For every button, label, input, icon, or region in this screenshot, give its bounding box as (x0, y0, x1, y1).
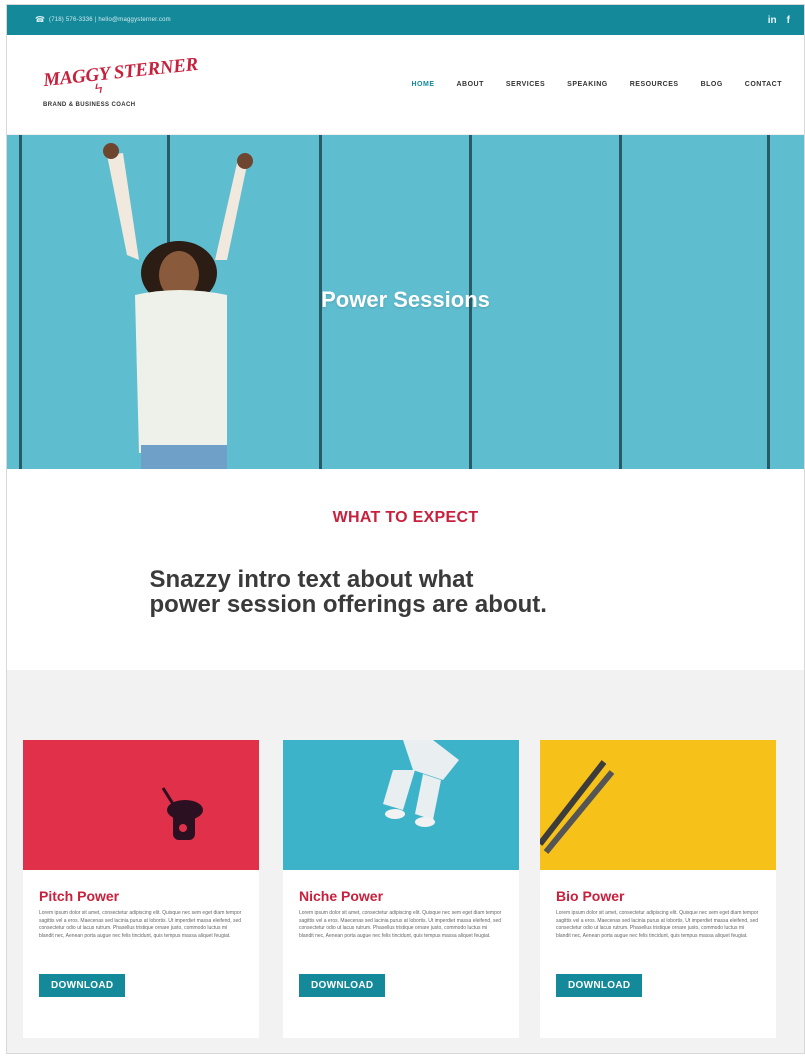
card-body: Lorem ipsum dolor sit amet, consectetur … (556, 910, 759, 939)
download-button[interactable]: DOWNLOAD (299, 974, 386, 997)
logo-name: MAGGY STERNER (42, 53, 199, 91)
card-body: Lorem ipsum dolor sit amet, consectetur … (299, 910, 502, 939)
intro-text: Snazzy intro text about what power sessi… (146, 566, 666, 619)
hero-title: Power Sessions (321, 287, 490, 312)
contact-info: ☎ (718) 576-3336 | hello@maggysterner.co… (35, 16, 171, 24)
nav-item-about[interactable]: ABOUT (456, 81, 483, 88)
offerings-section: Pitch Power Lorem ipsum dolor sit amet, … (7, 670, 804, 1053)
site-header: MAGGY STERNER ϟ BRAND & BUSINESS COACH H… (7, 35, 804, 135)
logo[interactable]: MAGGY STERNER ϟ BRAND & BUSINESS COACH (42, 53, 199, 108)
nav-item-resources[interactable]: RESOURCES (630, 81, 679, 88)
linkedin-icon[interactable]: in (768, 15, 777, 26)
social-links: in f (768, 15, 790, 26)
card-body: Lorem ipsum dolor sit amet, consectetur … (39, 910, 242, 939)
page: ☎ (718) 576-3336 | hello@maggysterner.co… (6, 4, 805, 1054)
card-title: Pitch Power (39, 888, 120, 904)
nav-item-speaking[interactable]: SPEAKING (567, 81, 608, 88)
intro-line-2: power session offerings are about. (149, 591, 547, 619)
card-image-pitch (23, 740, 259, 870)
what-to-expect-section: WHAT TO EXPECT Snazzy intro text about w… (7, 469, 804, 669)
nav-item-contact[interactable]: CONTACT (745, 81, 782, 88)
card-niche-power: Niche Power Lorem ipsum dolor sit amet, … (283, 740, 519, 1038)
card-pitch-power: Pitch Power Lorem ipsum dolor sit amet, … (23, 740, 259, 1038)
card-title: Niche Power (299, 888, 384, 904)
facebook-icon[interactable]: f (787, 15, 790, 26)
top-bar: ☎ (718) 576-3336 | hello@maggysterner.co… (7, 5, 804, 35)
nav-item-services[interactable]: SERVICES (506, 81, 545, 88)
card-image-bio (540, 740, 776, 870)
card-image-niche (283, 740, 519, 870)
logo-tagline: BRAND & BUSINESS COACH (43, 101, 136, 108)
download-button[interactable]: DOWNLOAD (556, 974, 643, 997)
nav-item-blog[interactable]: BLOG (701, 81, 723, 88)
card-title: Bio Power (556, 888, 625, 904)
main-nav: HOME ABOUT SERVICES SPEAKING RESOURCES B… (411, 81, 782, 88)
hero-banner: Power Sessions (7, 135, 804, 469)
contact-text[interactable]: (718) 576-3336 | hello@maggysterner.com (49, 17, 171, 23)
card-bio-power: Bio Power Lorem ipsum dolor sit amet, co… (540, 740, 776, 1038)
section-label: WHAT TO EXPECT (332, 509, 479, 526)
phone-icon: ☎ (35, 15, 46, 24)
download-button[interactable]: DOWNLOAD (39, 974, 126, 997)
intro-line-1: Snazzy intro text about what (149, 566, 474, 593)
nav-item-home[interactable]: HOME (411, 81, 434, 88)
